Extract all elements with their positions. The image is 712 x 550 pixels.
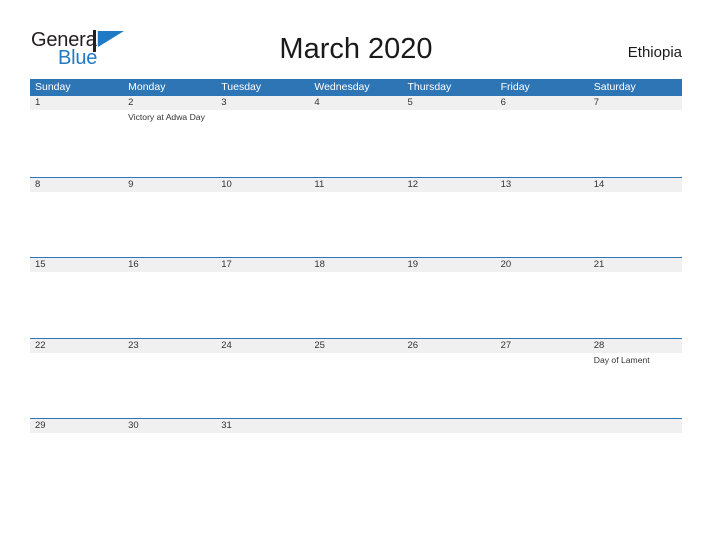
day-event [30,192,123,194]
day-event [30,272,123,274]
week-row: 15 16 17 18 19 20 21 [30,257,682,338]
day-event [403,433,496,435]
day-number[interactable]: 2 [123,96,216,110]
day-number[interactable] [589,419,682,433]
day-event [123,353,216,367]
day-number[interactable]: 30 [123,419,216,433]
weekday-header-monday: Monday [128,81,166,93]
day-number[interactable]: 23 [123,339,216,353]
day-event [216,272,309,274]
day-number-band: 22 23 24 25 26 27 28 [30,338,682,353]
day-event [403,192,496,194]
day-number[interactable]: 5 [403,96,496,110]
weekday-header-tuesday: Tuesday [221,81,262,93]
day-event [403,110,496,124]
day-event [123,192,216,194]
day-number[interactable]: 16 [123,258,216,272]
day-event [589,110,682,124]
day-number[interactable]: 24 [216,339,309,353]
day-number-band: 8 9 10 11 12 13 14 [30,177,682,192]
day-number[interactable]: 27 [496,339,589,353]
day-number[interactable]: 1 [30,96,123,110]
day-number[interactable]: 10 [216,178,309,192]
day-event [216,192,309,194]
weekday-header-sunday: Sunday [35,81,71,93]
country-label: Ethiopia [627,44,682,61]
day-number[interactable]: 6 [496,96,589,110]
day-event: Victory at Adwa Day [128,112,205,122]
page-title: March 2020 [279,33,433,65]
day-number[interactable]: 3 [216,96,309,110]
day-event [216,110,309,124]
day-event [589,272,682,274]
day-number[interactable] [496,419,589,433]
weekday-header-row: Sunday Monday Tuesday Wednesday Thursday… [30,79,682,96]
day-event [216,353,309,367]
weekday-header-friday: Friday [500,81,530,93]
day-event [309,433,402,435]
day-number[interactable]: 15 [30,258,123,272]
day-event: Day of Lament [593,354,650,365]
day-event [496,433,589,435]
day-event [589,433,682,435]
day-number[interactable]: 4 [309,96,402,110]
day-event [403,272,496,274]
day-events-band: Victory at Adwa Day [30,110,682,124]
weekday-header-wednesday: Wednesday [314,81,370,93]
day-event [216,433,309,435]
day-number[interactable]: 25 [309,339,402,353]
day-number[interactable] [309,419,402,433]
day-number[interactable]: 20 [496,258,589,272]
week-row: 8 9 10 11 12 13 14 [30,176,682,258]
day-event [30,353,123,367]
day-number-band: 1 2 3 4 5 6 7 [30,96,682,110]
day-number[interactable]: 9 [123,178,216,192]
day-events-band [30,272,682,274]
calendar-grid: Sunday Monday Tuesday Wednesday Thursday… [30,79,682,458]
day-events-band [30,192,682,194]
day-event [496,110,589,124]
day-event [589,192,682,194]
day-events-band: Day of Lament [30,353,682,367]
day-number[interactable]: 18 [309,258,402,272]
week-row: 29 30 31 [30,418,682,458]
day-event [309,272,402,274]
day-events-band [30,433,682,435]
weekday-header-saturday: Saturday [593,81,636,93]
day-number[interactable]: 22 [30,339,123,353]
day-event [30,110,123,124]
week-row: 22 23 24 25 26 27 28 Day of Lament [30,337,682,419]
day-number[interactable]: 7 [589,96,682,110]
day-number[interactable]: 14 [589,178,682,192]
day-event [123,272,216,274]
day-event [309,110,402,124]
day-event [496,272,589,274]
page-header: General Blue March 2020 Ethiopia [0,0,712,76]
day-event [403,353,496,367]
day-event [496,192,589,194]
calendar-page: General Blue March 2020 Ethiopia Sunday … [0,0,712,550]
day-number[interactable] [403,419,496,433]
day-number[interactable]: 11 [309,178,402,192]
day-number[interactable]: 29 [30,419,123,433]
day-number[interactable]: 31 [216,419,309,433]
day-number[interactable]: 17 [216,258,309,272]
day-number[interactable]: 28 [589,339,682,353]
day-number[interactable]: 12 [403,178,496,192]
day-number[interactable]: 26 [403,339,496,353]
day-event [309,353,402,367]
day-event [496,353,589,367]
day-number[interactable]: 21 [589,258,682,272]
day-number-band: 29 30 31 [30,419,682,433]
day-event [30,433,123,435]
day-number[interactable]: 19 [403,258,496,272]
day-event [309,192,402,194]
day-number-band: 15 16 17 18 19 20 21 [30,258,682,272]
day-number[interactable]: 8 [30,178,123,192]
weekday-header-thursday: Thursday [407,81,452,93]
week-row: 1 2 3 4 5 6 7 Victory at Adwa Day [30,96,682,177]
day-number[interactable]: 13 [496,178,589,192]
day-event [123,433,216,435]
